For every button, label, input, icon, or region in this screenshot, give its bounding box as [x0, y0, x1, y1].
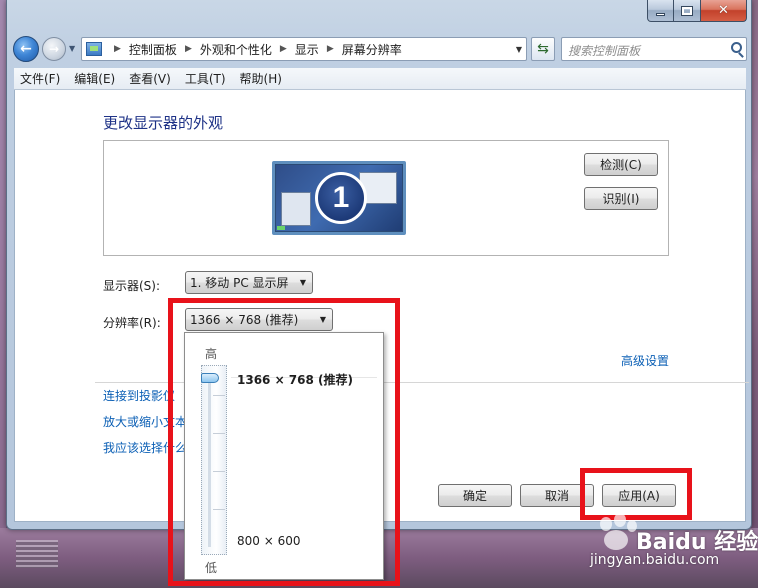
search-icon[interactable]	[731, 42, 742, 53]
close-button[interactable]: ✕	[701, 0, 747, 22]
display-select-value: 1. 移动 PC 显示屏	[190, 276, 289, 290]
resolution-label: 分辨率(R):	[103, 316, 161, 330]
minimize-button[interactable]	[647, 0, 674, 22]
search-input[interactable]	[561, 37, 747, 61]
breadcrumb-separator-icon[interactable]: ▶	[327, 44, 334, 54]
refresh-icon: ⇆	[537, 41, 549, 57]
address-dropdown-icon[interactable]: ▼	[516, 45, 522, 54]
menu-edit[interactable]: 编辑(E)	[74, 70, 115, 87]
back-button[interactable]: ←	[13, 36, 39, 62]
monitor-arrangement-panel: 1 检测(C) 识别(I)	[103, 140, 669, 256]
menu-tools[interactable]: 工具(T)	[185, 70, 226, 87]
refresh-button[interactable]: ⇆	[531, 37, 555, 61]
menu-file[interactable]: 文件(F)	[20, 70, 60, 87]
close-icon: ✕	[718, 3, 729, 18]
menu-help[interactable]: 帮助(H)	[240, 70, 282, 87]
maximize-button[interactable]	[674, 0, 701, 22]
breadcrumb-display[interactable]: 显示	[295, 41, 319, 58]
forward-button[interactable]: →	[42, 37, 66, 61]
advanced-settings-link[interactable]: 高级设置	[621, 352, 669, 369]
maximize-icon	[681, 5, 693, 16]
display-select[interactable]: 1. 移动 PC 显示屏 ▼	[185, 271, 313, 294]
ok-button[interactable]: 确定	[438, 484, 512, 507]
monitor-number-badge: 1	[315, 172, 367, 224]
annotation-frame-apply	[580, 468, 692, 520]
detect-button[interactable]: 检测(C)	[584, 153, 658, 176]
start-indicator	[277, 226, 285, 230]
breadcrumb-appearance[interactable]: 外观和个性化	[200, 41, 272, 58]
display-label: 显示器(S):	[103, 279, 161, 293]
identify-button[interactable]: 识别(I)	[584, 187, 658, 210]
annotation-frame-resolution	[168, 298, 400, 586]
address-bar[interactable]: ▶ 控制面板 ▶ 外观和个性化 ▶ 显示 ▶ 屏幕分辨率 ▼	[81, 37, 527, 61]
breadcrumb-separator-icon[interactable]: ▶	[114, 44, 121, 54]
breadcrumb-separator-icon[interactable]: ▶	[185, 44, 192, 54]
breadcrumb-control-panel[interactable]: 控制面板	[129, 41, 177, 58]
page-title: 更改显示器的外观	[103, 114, 224, 132]
control-panel-icon	[86, 42, 102, 56]
watermark-url: jingyan.baidu.com	[590, 552, 720, 568]
menu-view[interactable]: 查看(V)	[129, 70, 171, 87]
caption-buttons: ✕	[647, 0, 747, 22]
forward-arrow-icon: →	[48, 42, 60, 56]
chevron-down-icon: ▼	[299, 278, 306, 287]
monitor-1-icon[interactable]: 1	[272, 161, 406, 235]
breadcrumb-screen-resolution[interactable]: 屏幕分辨率	[342, 41, 402, 58]
menu-bar: 文件(F) 编辑(E) 查看(V) 工具(T) 帮助(H)	[14, 68, 746, 90]
desktop-icons[interactable]	[16, 540, 58, 568]
breadcrumb-separator-icon[interactable]: ▶	[280, 44, 287, 54]
window-thumbnail	[281, 192, 311, 226]
minimize-icon	[656, 12, 665, 16]
recent-pages-dropdown[interactable]: ▼	[69, 44, 75, 53]
navigation-bar: ← → ▼ ▶ 控制面板 ▶ 外观和个性化 ▶ 显示 ▶ 屏幕分辨率 ▼ ⇆	[7, 33, 753, 63]
back-arrow-icon: ←	[20, 41, 32, 57]
